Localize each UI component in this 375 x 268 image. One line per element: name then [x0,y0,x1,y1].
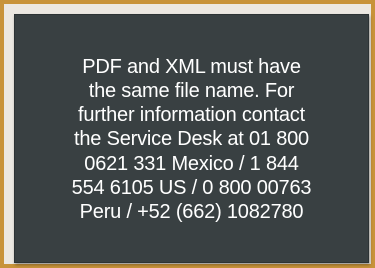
tooltip-line: the Service Desk at 01 800 [74,128,309,151]
tooltip-line: PDF and XML must have [82,55,301,78]
tooltip-line: 0621 331 Mexico / 1 844 [84,152,299,175]
page-frame: PDF and XML must have the same file name… [0,0,375,268]
tooltip-line: 554 6105 US / 0 800 00763 [71,176,312,199]
tooltip-line: the same file name. For [88,79,295,102]
tooltip-message: PDF and XML must have the same file name… [27,55,357,224]
help-tooltip: PDF and XML must have the same file name… [14,14,369,263]
tooltip-line: Peru / +52 (662) 1082780 [79,201,304,223]
tooltip-line: further information contact [78,104,305,127]
